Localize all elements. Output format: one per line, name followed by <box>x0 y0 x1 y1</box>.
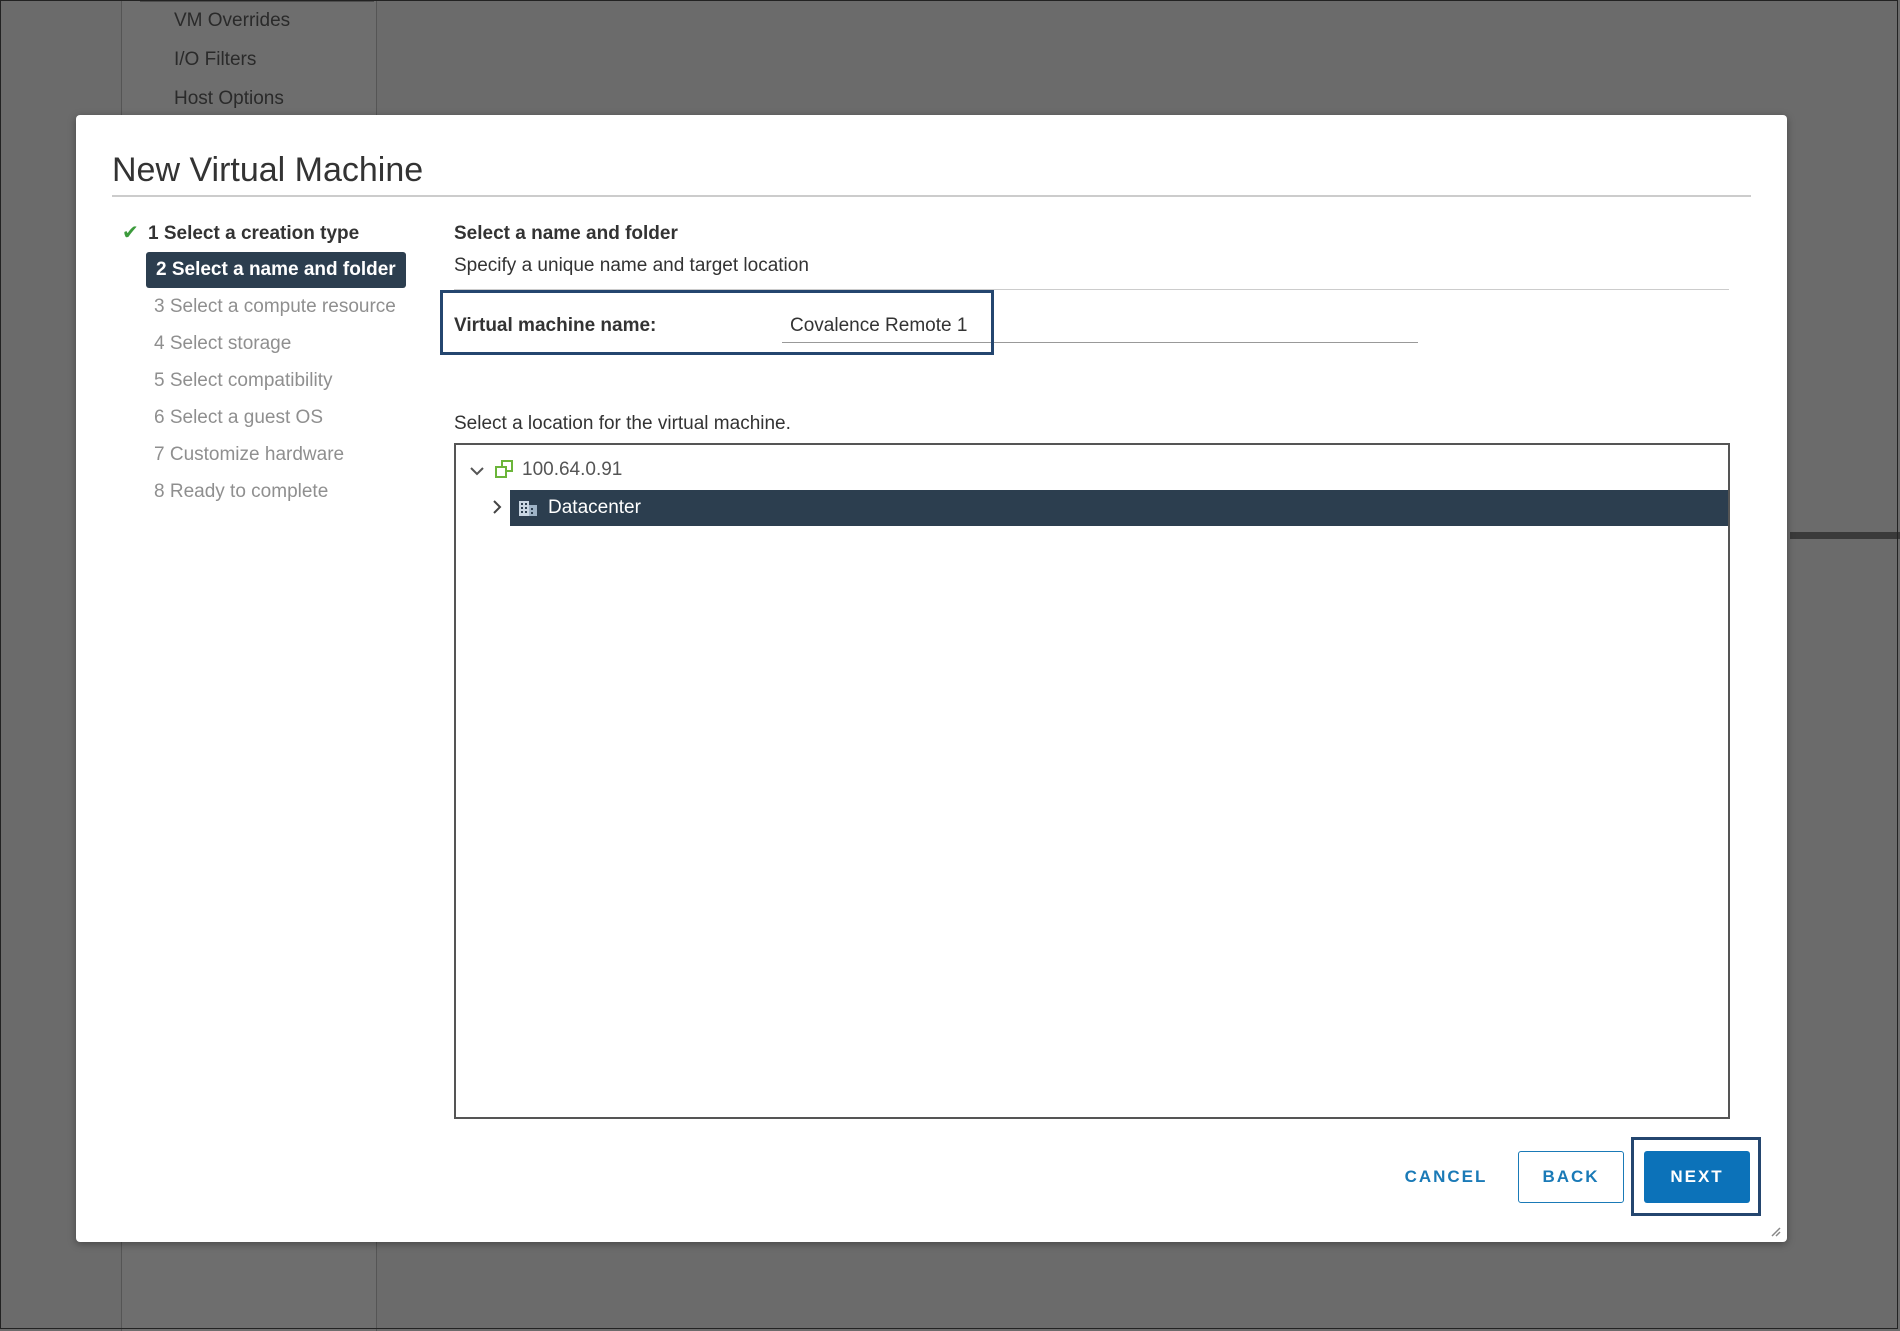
next-button[interactable]: NEXT <box>1644 1151 1750 1203</box>
cancel-button[interactable]: CANCEL <box>1376 1151 1516 1203</box>
tree-node-datacenter[interactable]: Datacenter <box>486 489 1728 527</box>
resize-grip-icon[interactable] <box>1769 1224 1781 1237</box>
dialog-title: New Virtual Machine <box>112 151 424 189</box>
bg-nav-host-options: Host Options <box>174 88 284 109</box>
step-label: 1 Select a creation type <box>148 223 360 244</box>
step-label: 6 Select a guest OS <box>154 407 323 428</box>
step-select-compatibility: 5 Select compatibility <box>154 363 332 399</box>
location-tree: 100.64.0.91 Datacenter <box>454 443 1730 1119</box>
vm-name-input[interactable] <box>782 310 1418 343</box>
section-divider <box>454 289 1729 290</box>
bg-nav-io-filters: I/O Filters <box>174 49 257 70</box>
background-divider <box>1790 532 1900 539</box>
step-label: 7 Customize hardware <box>154 444 345 465</box>
step-ready-to-complete: 8 Ready to complete <box>154 474 328 510</box>
tree-node-root[interactable]: 100.64.0.91 <box>466 451 622 489</box>
step-select-storage: 4 Select storage <box>154 326 291 362</box>
step-customize-hardware: 7 Customize hardware <box>154 437 344 473</box>
back-button[interactable]: BACK <box>1518 1151 1624 1203</box>
chevron-right-icon[interactable] <box>486 498 508 519</box>
step-select-guest-os: 6 Select a guest OS <box>154 400 323 436</box>
step-label: 4 Select storage <box>154 333 292 354</box>
step-label: 5 Select compatibility <box>154 370 333 391</box>
title-divider <box>112 195 1751 197</box>
bg-nav-vm-overrides: VM Overrides <box>174 10 291 31</box>
section-title: Select a name and folder <box>454 223 678 244</box>
vm-name-label: Virtual machine name: <box>454 315 657 336</box>
tree-node-label: 100.64.0.91 <box>522 459 623 480</box>
section-subtitle: Specify a unique name and target locatio… <box>454 255 809 276</box>
new-vm-dialog: New Virtual Machine ✔ 1 Select a creation… <box>76 115 1787 1242</box>
step-select-name-and-folder[interactable]: 2 Select a name and folder <box>146 252 406 288</box>
step-select-compute-resource: 3 Select a compute resource <box>154 289 396 325</box>
step-select-creation-type[interactable]: ✔ 1 Select a creation type <box>122 215 359 251</box>
step-label: 3 Select a compute resource <box>154 296 396 317</box>
step-label: 2 Select a name and folder <box>156 259 396 280</box>
location-label: Select a location for the virtual machin… <box>454 413 791 434</box>
checkmark-icon: ✔ <box>122 222 139 244</box>
chevron-down-icon[interactable] <box>466 460 488 481</box>
datacenter-icon <box>518 498 538 518</box>
tree-node-selected[interactable]: Datacenter <box>510 490 1728 526</box>
tree-node-label: Datacenter <box>548 497 641 518</box>
step-label: 8 Ready to complete <box>154 481 329 502</box>
vcenter-icon <box>494 459 516 481</box>
